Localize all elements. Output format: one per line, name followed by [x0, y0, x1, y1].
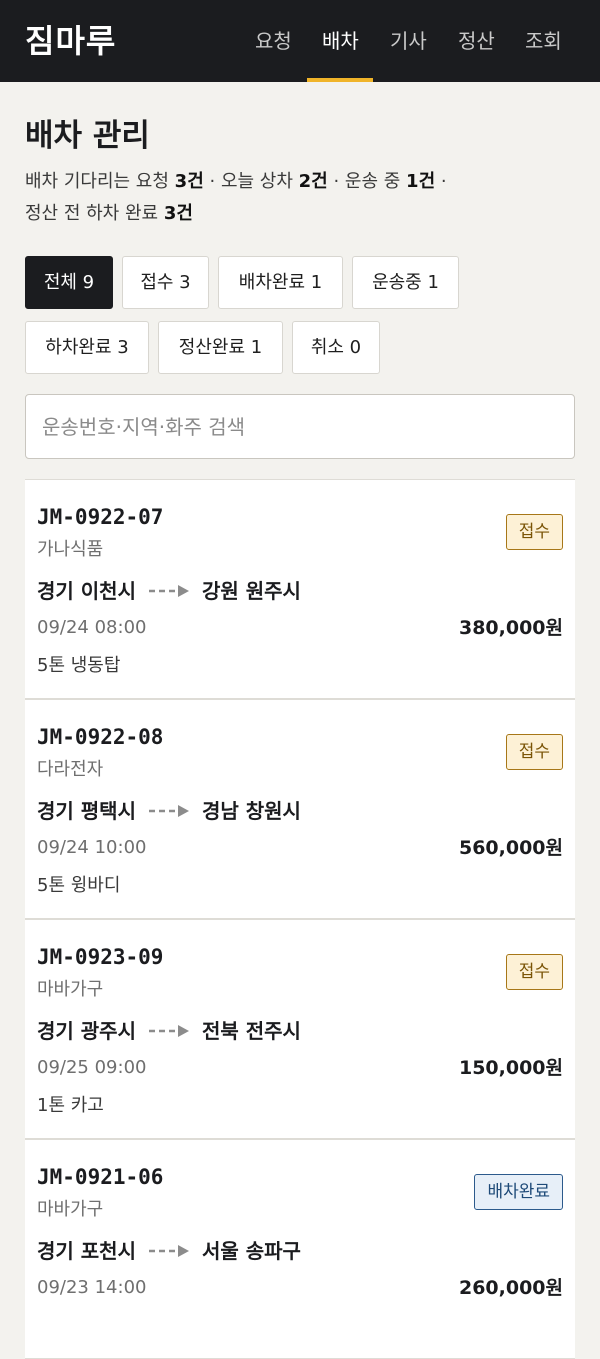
shipment-code: JM-0921-06: [37, 1165, 164, 1189]
nav-item-settlement[interactable]: 정산: [458, 26, 495, 56]
shipment-card[interactable]: JM-0923-09 마바가구 접수 경기 광주시 전북 전주시 09/25 09…: [25, 919, 575, 1139]
summary-waiting-label: 배차 기다리는 요청: [25, 171, 169, 192]
route-origin: 경기 평택시: [37, 798, 136, 823]
top-nav-bar: 짐마루 요청 배차 기사 정산 조회: [0, 0, 600, 82]
nav-item-dispatch[interactable]: 배차: [322, 26, 359, 56]
route: 경기 광주시 전북 전주시: [37, 1014, 301, 1044]
search-input[interactable]: [25, 394, 575, 459]
vehicle-type: 5톤 윙바디: [37, 875, 121, 896]
route-destination: 서울 송파구: [201, 1238, 301, 1263]
filter-chip-all[interactable]: 전체 9: [25, 256, 113, 309]
filter-chip-received[interactable]: 접수 3: [122, 256, 209, 309]
vehicle-type: 1톤 카고: [37, 1095, 104, 1116]
vehicle-type: 5톤 냉동탑: [37, 655, 121, 676]
route-origin: 경기 포천시: [37, 1238, 136, 1263]
status-badge: 접수: [505, 514, 563, 550]
summary-unloaded-count: 3건: [163, 203, 193, 224]
nav-item-driver[interactable]: 기사: [390, 26, 427, 56]
dispatch-summary: 배차 기다리는 요청 3건 · 오늘 상차 2건 · 운송 중 1건 · 정산 …: [25, 171, 447, 224]
shipment-card[interactable]: JM-0922-08 다라전자 접수 경기 평택시 경남 창원시 09/24 10…: [25, 699, 575, 919]
pickup-datetime: 09/24 10:00: [37, 837, 147, 858]
summary-loading-label: 오늘 상차: [220, 171, 293, 192]
route-destination: 경남 창원시: [201, 798, 301, 823]
summary-loading-count: 2건: [298, 171, 328, 192]
status-badge: 접수: [505, 954, 563, 990]
shipper-name: 다라전자: [37, 759, 104, 780]
route: 경기 평택시 경남 창원시: [37, 794, 301, 824]
pickup-datetime: 09/24 08:00: [37, 617, 147, 638]
filter-chip-in-transit[interactable]: 운송중 1: [352, 256, 459, 309]
shipment-card[interactable]: JM-0922-07 가나식품 접수 경기 이천시 강원 원주시 09/24 08…: [25, 479, 575, 699]
summary-transit-count: 1건: [406, 171, 436, 192]
route: 경기 이천시 강원 원주시: [37, 574, 301, 604]
route-arrow-icon: [148, 584, 189, 597]
page-title: 배차 관리: [25, 118, 150, 154]
summary-unloaded-label: 정산 전 하차 완료: [25, 203, 159, 224]
shipment-code: JM-0922-08: [37, 725, 164, 749]
freight-price: 150,000원: [458, 1057, 563, 1079]
app-logo[interactable]: 짐마루: [25, 20, 116, 62]
route-arrow-icon: [148, 804, 189, 817]
status-badge: 배차완료: [474, 1174, 563, 1210]
route-destination: 전북 전주시: [201, 1018, 301, 1043]
status-badge: 접수: [505, 734, 563, 770]
freight-price: 560,000원: [458, 837, 563, 859]
route: 경기 포천시 서울 송파구: [37, 1234, 301, 1264]
summary-transit-label: 운송 중: [344, 171, 401, 192]
filter-chip-cancelled[interactable]: 취소 0: [292, 321, 380, 374]
route-origin: 경기 이천시: [37, 578, 136, 603]
filter-chip-assigned[interactable]: 배차완료 1: [218, 256, 343, 309]
pickup-datetime: 09/23 14:00: [37, 1277, 147, 1298]
route-arrow-icon: [148, 1024, 189, 1037]
nav-item-lookup[interactable]: 조회: [525, 26, 562, 56]
filter-chip-settled[interactable]: 정산완료 1: [158, 321, 283, 374]
shipper-name: 가나식품: [37, 539, 104, 560]
pickup-datetime: 09/25 09:00: [37, 1057, 147, 1078]
freight-price: 380,000원: [458, 617, 563, 639]
shipment-code: JM-0923-09: [37, 945, 164, 969]
shipper-name: 마바가구: [37, 979, 104, 1000]
shipment-card[interactable]: JM-0921-06 마바가구 배차완료 경기 포천시 서울 송파구 09/23 …: [25, 1139, 575, 1359]
active-nav-indicator: [307, 78, 373, 82]
filter-chip-unloaded[interactable]: 하차완료 3: [25, 321, 149, 374]
shipper-name: 마바가구: [37, 1199, 104, 1220]
summary-waiting-count: 3건: [174, 171, 204, 192]
route-destination: 강원 원주시: [201, 578, 301, 603]
freight-price: 260,000원: [458, 1277, 563, 1299]
nav-item-request[interactable]: 요청: [255, 26, 292, 56]
shipment-code: JM-0922-07: [37, 505, 164, 529]
route-arrow-icon: [148, 1244, 189, 1257]
route-origin: 경기 광주시: [37, 1018, 136, 1043]
